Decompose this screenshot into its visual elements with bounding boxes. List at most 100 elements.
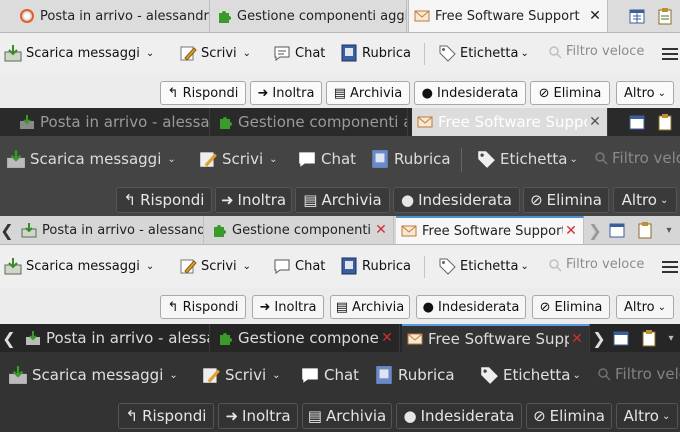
tab-list-chevron-icon[interactable]: ▾	[664, 328, 678, 348]
tab-free-software-support[interactable]: Free Software Support ✕	[396, 216, 584, 244]
archive-label: Archivia	[352, 299, 405, 315]
tab-inbox[interactable]: Posta in arrivo - alessandro	[14, 0, 210, 32]
get-messages-button[interactable]: Scarica messaggi ⌄	[4, 44, 154, 62]
tasks-icon[interactable]	[656, 112, 674, 132]
scroll-right-arrow-icon[interactable]: ❯	[588, 216, 602, 244]
tab-label: Posta in arrivo - alessandro	[46, 329, 209, 347]
junk-button[interactable]: ● Indesiderata	[396, 403, 522, 429]
chevron-down-icon[interactable]: ⌄	[520, 48, 528, 59]
calendar-icon[interactable]	[628, 113, 646, 131]
write-label: Scrivi	[222, 150, 264, 168]
junk-button[interactable]: ● Indesiderata	[414, 81, 526, 105]
more-button[interactable]: Altro ⌄	[616, 295, 674, 319]
tag-button[interactable]: Etichetta ⌄	[438, 257, 529, 275]
chevron-down-icon[interactable]: ⌄	[569, 154, 577, 165]
tab-free-software-support[interactable]: Free Software Support ✕	[408, 0, 608, 32]
more-label: Altro	[623, 299, 655, 315]
tab-inbox[interactable]: Posta in arrivo - alessandro	[20, 324, 210, 352]
address-book-button[interactable]: Rubrica	[370, 149, 451, 169]
close-tab-icon[interactable]: ✕	[587, 114, 603, 130]
chevron-down-icon[interactable]: ⌄	[167, 154, 175, 165]
address-book-button[interactable]: Rubrica	[374, 365, 455, 385]
chevron-down-icon[interactable]: ⌄	[269, 154, 277, 165]
tab-list-chevron-icon[interactable]: ▾	[662, 220, 676, 240]
quick-filter-button[interactable]: Filtro veloce	[548, 257, 644, 272]
scroll-right-arrow-icon[interactable]: ❯	[592, 324, 606, 352]
forward-button[interactable]: ➜ Inoltra	[215, 187, 292, 213]
calendar-icon[interactable]	[612, 329, 630, 347]
archive-button[interactable]: ▤ Archivia	[295, 187, 390, 213]
junk-button[interactable]: ● Indesiderata	[393, 187, 520, 213]
junk-button[interactable]: ● Indesiderata	[416, 295, 526, 319]
tasks-icon[interactable]	[640, 328, 658, 348]
tab-addons[interactable]: Gestione componenti aggiuntivi ✕	[206, 216, 394, 244]
more-button[interactable]: Altro ⌄	[616, 81, 674, 105]
chevron-down-icon[interactable]: ⌄	[146, 48, 154, 59]
reply-button[interactable]: ↰ Rispondi	[116, 187, 212, 213]
close-tab-icon[interactable]: ✕	[379, 330, 395, 346]
reply-button[interactable]: ↰ Rispondi	[118, 403, 214, 429]
delete-button[interactable]: ⊘ Elimina	[526, 403, 612, 429]
get-messages-button[interactable]: Scarica messaggi ⌄	[4, 257, 154, 275]
write-button[interactable]: Scrivi ⌄	[198, 149, 278, 169]
tag-label: Etichetta	[460, 258, 519, 274]
write-button[interactable]: Scrivi ⌄	[179, 44, 251, 62]
archive-button[interactable]: ▤ Archivia	[330, 295, 410, 319]
tab-free-software-support[interactable]: Free Software Support ✕	[402, 324, 590, 352]
scroll-left-arrow-icon[interactable]: ❮	[0, 324, 18, 352]
address-book-button[interactable]: Rubrica	[340, 257, 411, 275]
archive-button[interactable]: ▤ Archivia	[326, 81, 410, 105]
tab-addons[interactable]: Gestione componenti aggiuntivi	[212, 108, 408, 136]
chevron-down-icon[interactable]: ⌄	[243, 48, 251, 59]
tag-button[interactable]: Etichetta ⌄	[476, 149, 578, 169]
tab-inbox[interactable]: Posta in arrivo - alessandro	[16, 216, 204, 244]
close-tab-icon[interactable]: ✕	[569, 331, 585, 347]
reply-button[interactable]: ↰ Rispondi	[160, 295, 246, 319]
more-button[interactable]: Altro ⌄	[613, 187, 677, 213]
more-button[interactable]: Altro ⌄	[616, 403, 678, 429]
quick-filter-button[interactable]: Filtro veloce	[548, 44, 644, 59]
tab-free-software-support[interactable]: Free Software Support ✕	[412, 108, 608, 136]
forward-button[interactable]: ➜ Inoltra	[252, 295, 324, 319]
write-button[interactable]: Scrivi ⌄	[201, 365, 281, 385]
chat-button[interactable]: Chat	[273, 257, 325, 275]
tab-addons[interactable]: Gestione componenti aggiuntivi	[211, 0, 407, 32]
delete-button[interactable]: ⊘ Elimina	[530, 81, 610, 105]
close-tab-icon[interactable]: ✕	[587, 8, 603, 24]
tag-button[interactable]: Etichetta ⌄	[479, 365, 581, 385]
chevron-down-icon[interactable]: ⌄	[272, 370, 280, 381]
tab-inbox[interactable]: Posta in arrivo - alessandro	[14, 108, 210, 136]
chevron-down-icon[interactable]: ⌄	[520, 261, 528, 272]
chevron-down-icon[interactable]: ⌄	[169, 370, 177, 381]
app-menu-icon[interactable]	[662, 258, 678, 276]
app-menu-icon[interactable]	[662, 45, 678, 63]
close-tab-icon[interactable]: ✕	[373, 222, 389, 238]
address-book-button[interactable]: Rubrica	[340, 44, 411, 62]
delete-button[interactable]: ⊘ Elimina	[523, 187, 609, 213]
tasks-icon[interactable]	[636, 220, 654, 240]
close-tab-icon[interactable]: ✕	[563, 223, 579, 239]
chat-button[interactable]: Chat	[273, 44, 325, 62]
tag-button[interactable]: Etichetta ⌄	[438, 44, 529, 62]
write-button[interactable]: Scrivi ⌄	[179, 257, 251, 275]
get-messages-button[interactable]: Scarica messaggi ⌄	[8, 365, 178, 385]
tab-addons[interactable]: Gestione componenti aggiuntivi ✕	[212, 324, 400, 352]
quick-filter-button[interactable]: Filtro veloce	[594, 149, 680, 167]
calendar-icon[interactable]	[628, 7, 646, 25]
archive-button[interactable]: ▤ Archivia	[302, 403, 392, 429]
chat-button[interactable]: Chat	[297, 149, 356, 169]
forward-button[interactable]: ➜ Inoltra	[250, 81, 322, 105]
chevron-down-icon[interactable]: ⌄	[146, 261, 154, 272]
address-book-label: Rubrica	[398, 366, 455, 384]
calendar-icon[interactable]	[608, 221, 626, 239]
quick-filter-button[interactable]: Filtro veloce	[597, 365, 680, 383]
chevron-down-icon[interactable]: ⌄	[572, 370, 580, 381]
chevron-down-icon[interactable]: ⌄	[243, 261, 251, 272]
get-messages-button[interactable]: Scarica messaggi ⌄	[6, 149, 176, 169]
chat-button[interactable]: Chat	[300, 365, 359, 385]
tasks-icon[interactable]	[656, 6, 674, 26]
delete-button[interactable]: ⊘ Elimina	[532, 295, 610, 319]
scroll-left-arrow-icon[interactable]: ❮	[0, 216, 14, 244]
reply-button[interactable]: ↰ Rispondi	[160, 81, 246, 105]
forward-button[interactable]: ➜ Inoltra	[218, 403, 298, 429]
